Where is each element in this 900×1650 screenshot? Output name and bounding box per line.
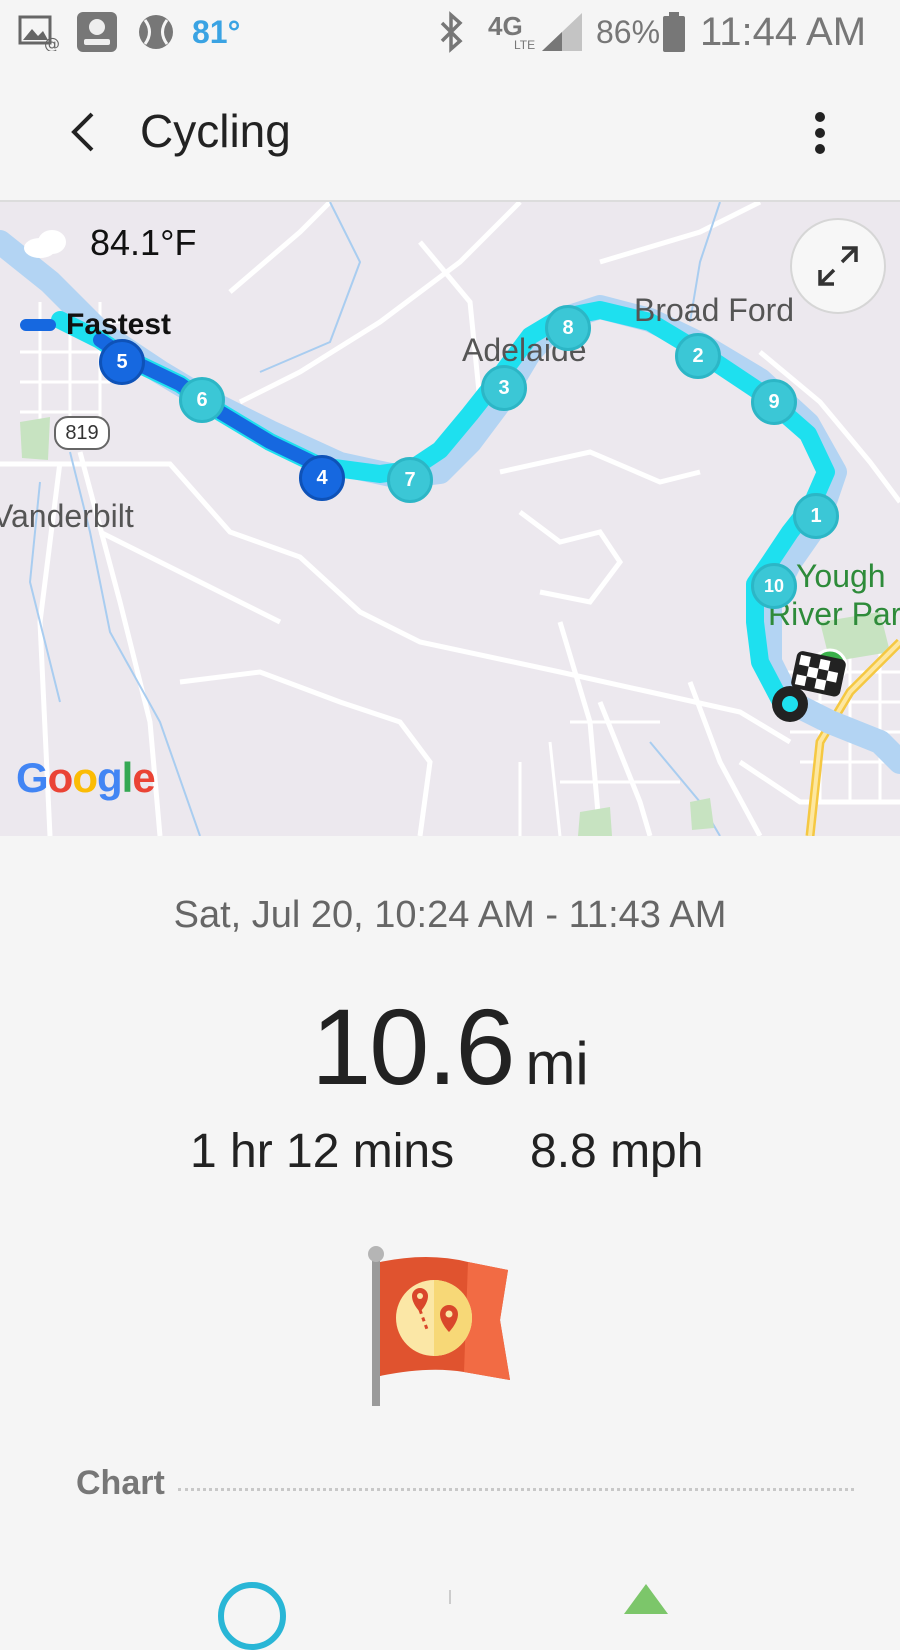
battery-icon [662, 10, 686, 54]
distance: 10.6 mi [0, 984, 900, 1109]
chevron-left-icon [71, 112, 94, 152]
map-weather: 84.1°F [22, 222, 196, 264]
elevation-icon[interactable] [624, 1584, 668, 1614]
page-title: Cycling [140, 105, 291, 157]
status-bar: @ 81° 4G LTE 86% 11:44 AM [0, 0, 900, 64]
road-shield: 819 [54, 416, 110, 450]
route-map[interactable]: 84.1°F Adelaide Broad Ford Vanderbilt Yo… [0, 202, 900, 836]
google-logo-letter: l [121, 754, 134, 801]
battery-percent: 86% [596, 13, 661, 50]
google-logo-letter: g [96, 754, 123, 801]
fastest-label: Fastest [66, 308, 172, 341]
route-marker[interactable]: 3 [481, 365, 527, 411]
google-logo-letter: o [72, 754, 98, 801]
average-speed: 8.8 mph [530, 1125, 704, 1178]
date-range: Sat, Jul 20, 10:24 AM - 11:43 AM [173, 894, 727, 936]
chart-section-heading: Chart [76, 1464, 165, 1502]
place-label-yough-line1: Yough [796, 558, 886, 594]
google-logo-letter: e [132, 754, 155, 801]
bluetooth-icon [436, 10, 466, 54]
chart-divider [178, 1488, 854, 1491]
place-label-broad-ford: Broad Ford [634, 292, 795, 328]
baseball-icon [136, 10, 176, 54]
expand-map-button[interactable] [790, 218, 886, 314]
place-label-vanderbilt: Vanderbilt [0, 498, 134, 534]
route-marker[interactable]: 10 [751, 563, 797, 609]
route-marker[interactable]: 8 [545, 305, 591, 351]
svg-text:@: @ [44, 34, 60, 51]
network-subtype: LTE [514, 38, 536, 52]
route-marker[interactable]: 1 [793, 493, 839, 539]
fastest-swatch [20, 319, 56, 331]
route-marker[interactable]: 9 [751, 379, 797, 425]
status-time: 11:44 AM [700, 9, 867, 54]
fastest-legend: Fastest [20, 308, 171, 342]
google-logo-letter: G [16, 754, 49, 801]
route-flag-icon[interactable] [368, 1244, 528, 1410]
route-marker[interactable]: 6 [179, 377, 225, 423]
back-button[interactable] [52, 102, 112, 162]
timer-icon[interactable] [218, 1582, 286, 1650]
distance-value: 10.6 [311, 986, 515, 1107]
app-bar: Cycling [0, 64, 900, 202]
status-weather-temp: 81° [192, 13, 241, 50]
route-marker[interactable]: 5 [99, 339, 145, 385]
cloud-icon [24, 230, 66, 258]
map-weather-temp: 84.1°F [90, 222, 197, 263]
expand-icon [818, 246, 858, 286]
workout-summary: Sat, Jul 20, 10:24 AM - 11:43 AM 10.6 mi … [0, 836, 900, 1650]
google-logo: Google [16, 754, 156, 802]
nbc-sports-icon [76, 10, 118, 54]
google-logo-letter: o [47, 754, 74, 801]
more-vert-icon [815, 112, 825, 154]
route-marker[interactable]: 7 [387, 457, 433, 503]
image-notification-icon: @ [18, 10, 60, 54]
distance-unit: mi [525, 1030, 589, 1097]
more-options-button[interactable] [790, 98, 850, 168]
route-marker[interactable]: 4 [299, 455, 345, 501]
route-marker[interactable]: 2 [675, 333, 721, 379]
lte-icon: 4G LTE [488, 10, 535, 54]
network-type: 4G [488, 11, 523, 41]
signal-icon [540, 10, 584, 54]
duration: 1 hr 12 mins [190, 1125, 455, 1178]
chart-tab-divider [449, 1590, 451, 1604]
